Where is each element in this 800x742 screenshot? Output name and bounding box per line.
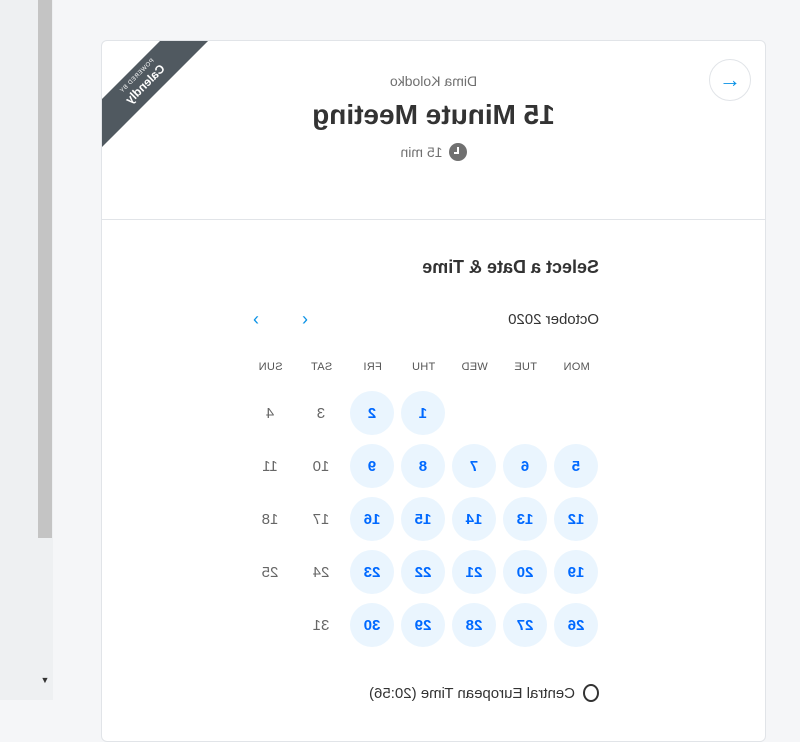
booking-card: ← Dima Kolodko 15 Minute Meeting 15 min …: [101, 40, 766, 742]
calendar-day-unavailable: 18: [261, 510, 279, 528]
mirrored-page: ← Dima Kolodko 15 Minute Meeting 15 min …: [0, 0, 800, 742]
calendar-day-available[interactable]: 27: [503, 603, 547, 647]
clock-icon: [448, 143, 467, 161]
calendar-day-available[interactable]: 12: [554, 497, 598, 541]
weekday-tue: TUE: [514, 361, 537, 373]
calendar-day-available[interactable]: 28: [452, 603, 496, 647]
calendar-day-unavailable: 10: [312, 457, 330, 475]
calendar-day-available[interactable]: 22: [401, 550, 445, 594]
calendar-day-unavailable: 11: [262, 457, 278, 475]
timezone-selector[interactable]: Central European Time (20:56): [369, 684, 599, 702]
calendar-day-unavailable: 17: [312, 510, 330, 528]
chevron-left-icon: ‹: [302, 309, 308, 329]
calendar-day-unavailable: 25: [261, 563, 279, 581]
calendar-day-available[interactable]: 19: [554, 550, 598, 594]
calendar-day-available[interactable]: 13: [503, 497, 547, 541]
calendar-day-available[interactable]: 16: [350, 497, 394, 541]
duration-label: 15 min: [400, 144, 443, 160]
calendar-day-available[interactable]: 20: [503, 550, 547, 594]
timezone-label: Central European Time (20:56): [369, 684, 575, 702]
calendar-day-available[interactable]: 21: [452, 550, 496, 594]
calendar-day-available[interactable]: 8: [401, 444, 445, 488]
globe-icon: [583, 684, 599, 702]
weekday-wed: WED: [461, 361, 488, 373]
weekday-mon: MON: [563, 361, 590, 373]
calendar-day-available[interactable]: 5: [554, 444, 598, 488]
calendar-day-unavailable: 31: [312, 616, 330, 634]
calendar-day-available[interactable]: 30: [350, 603, 394, 647]
calendar-day-available[interactable]: 2: [350, 391, 394, 435]
weekday-thu: THU: [411, 361, 436, 373]
calendar-day-unavailable: 3: [316, 404, 326, 422]
prev-month-button[interactable]: ‹: [293, 307, 317, 331]
powered-by-ribbon[interactable]: POWERED BY Calendly: [102, 41, 212, 151]
weekday-sun: SUN: [258, 361, 283, 373]
calendar-day-available[interactable]: 26: [554, 603, 598, 647]
weekday-fri: FRI: [363, 361, 382, 373]
calendar-day-available[interactable]: 23: [350, 550, 394, 594]
picker-title: Select a Date & Time: [422, 257, 599, 277]
month-label: October 2020: [508, 311, 599, 328]
calendar-day-available[interactable]: 7: [452, 444, 496, 488]
calendar-day-available[interactable]: 1: [401, 391, 445, 435]
next-month-button[interactable]: ›: [244, 307, 268, 331]
calendar-day-unavailable: 24: [312, 563, 330, 581]
calendar-day-available[interactable]: 29: [401, 603, 445, 647]
calendar-day-available[interactable]: 14: [452, 497, 496, 541]
calendar-day-available[interactable]: 15: [401, 497, 445, 541]
calendar-day-unavailable: 4: [265, 404, 275, 422]
calendar-day-available[interactable]: 6: [503, 444, 547, 488]
weekday-header: MON TUE WED THU FRI SAT SUN: [245, 361, 602, 373]
calendar-day-available[interactable]: 9: [350, 444, 394, 488]
chevron-right-icon: ›: [253, 309, 259, 329]
weekday-sat: SAT: [310, 361, 333, 373]
